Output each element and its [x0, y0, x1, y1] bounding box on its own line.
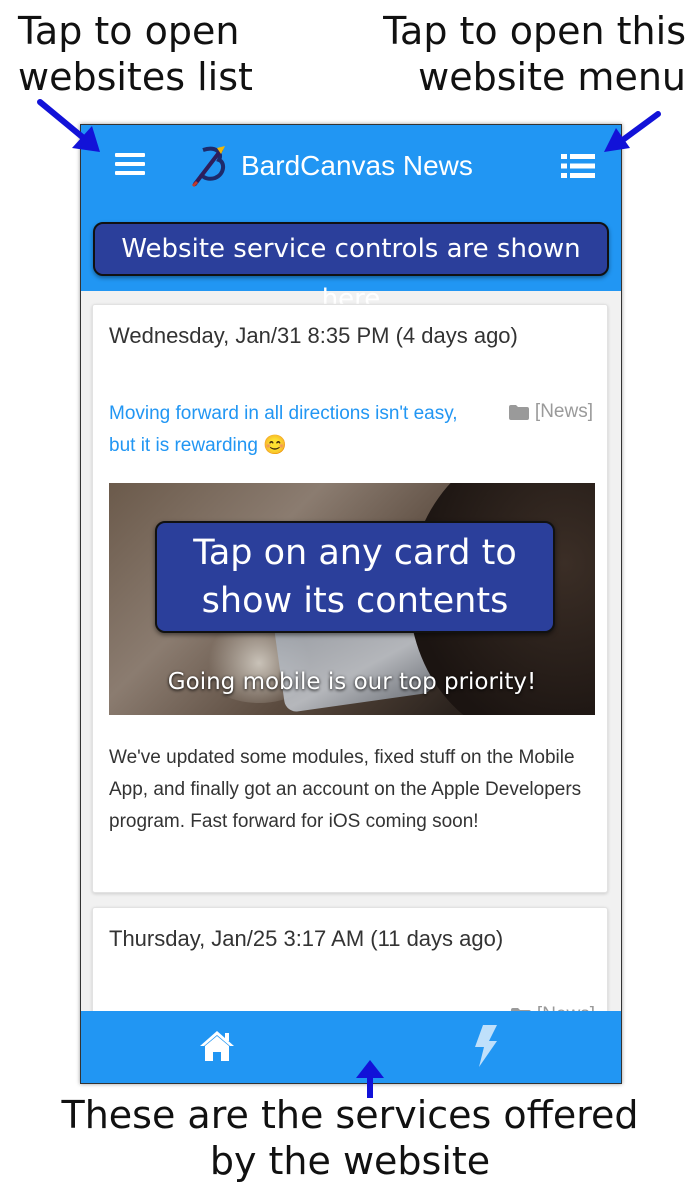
home-icon[interactable] — [199, 1029, 235, 1063]
post-card[interactable]: Wednesday, Jan/31 8:35 PM (4 days ago) M… — [92, 304, 608, 893]
post-date: Wednesday, Jan/31 8:35 PM (4 days ago) — [109, 323, 518, 348]
post-date: Thursday, Jan/25 3:17 AM (11 days ago) — [109, 926, 504, 951]
folder-icon — [508, 404, 529, 420]
image-caption: Going mobile is our top priority! — [167, 669, 537, 695]
callout-line: websites list — [18, 55, 253, 99]
site-title-text: BardCanvas News — [241, 150, 473, 181]
callout-line: website menu — [418, 55, 686, 99]
callout-websites-list: Tap to open websites list — [18, 8, 253, 100]
site-title[interactable]: BardCanvas News — [191, 141, 473, 191]
tap-note-line: Tap on any card to — [193, 533, 517, 573]
service-controls-note: Website service controls are shown here — [93, 222, 609, 314]
post-category[interactable]: [News] — [508, 401, 593, 423]
arrow-right-icon — [604, 111, 661, 152]
tap-card-note: Tap on any card to show its contents — [155, 521, 555, 633]
callout-website-menu: Tap to open this website menu — [383, 8, 686, 100]
bolt-icon[interactable] — [473, 1025, 499, 1067]
top-app-bar: BardCanvas News Website service controls… — [81, 125, 621, 314]
hamburger-menu-icon[interactable] — [115, 153, 145, 177]
callout-line: by the website — [209, 1139, 491, 1183]
services-bar — [81, 1011, 621, 1083]
arrow-up-icon — [356, 1060, 384, 1098]
bardcanvas-logo-icon — [191, 146, 226, 188]
callout-line: Tap to open — [18, 9, 240, 53]
callout-services: These are the services offered by the we… — [0, 1092, 700, 1184]
app-screen: BardCanvas News Website service controls… — [80, 124, 622, 1084]
arrow-left-icon — [37, 99, 100, 152]
tap-note-line: show its contents — [201, 581, 509, 621]
callout-line: Tap to open this — [383, 9, 686, 53]
list-menu-icon[interactable] — [561, 153, 595, 179]
post-category-label: [News] — [534, 401, 593, 422]
callout-line: These are the services offered — [61, 1093, 639, 1137]
post-excerpt: We've updated some modules, fixed stuff … — [109, 747, 582, 832]
post-title-link[interactable]: Moving forward in all directions isn't e… — [109, 398, 469, 462]
